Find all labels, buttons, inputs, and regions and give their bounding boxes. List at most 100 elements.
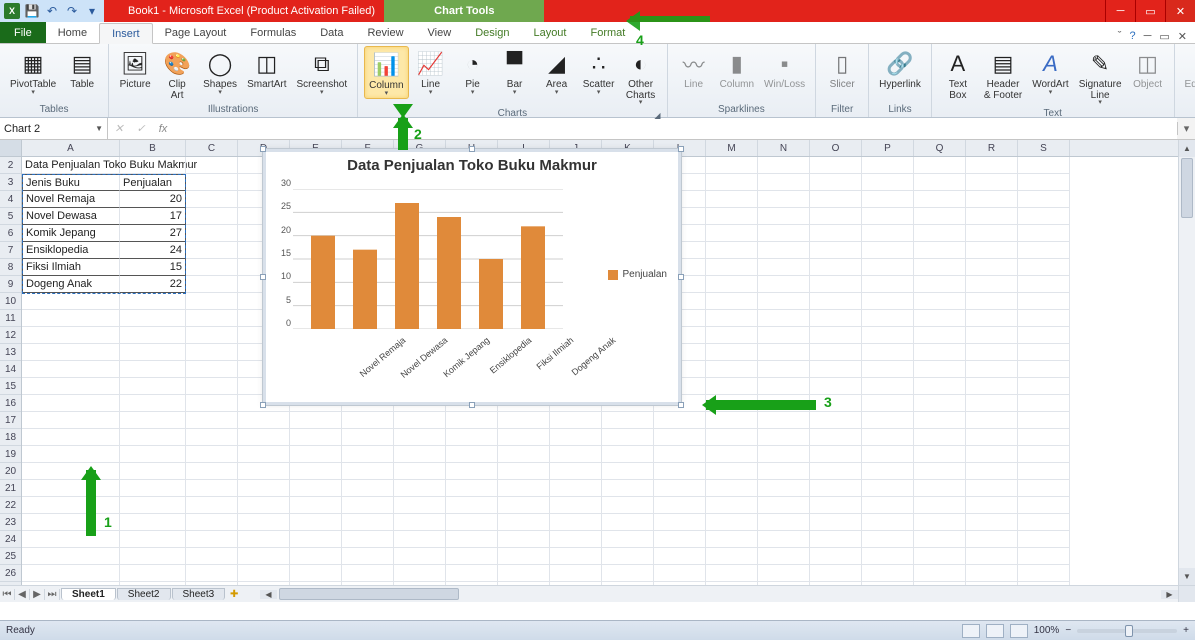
cell[interactable] xyxy=(394,463,446,480)
cell[interactable] xyxy=(810,242,862,259)
row-header[interactable]: 8 xyxy=(0,259,21,276)
cell[interactable] xyxy=(120,310,186,327)
cell[interactable] xyxy=(914,548,966,565)
cell[interactable] xyxy=(498,480,550,497)
cell[interactable]: Fiksi Ilmiah xyxy=(22,259,120,276)
cell[interactable] xyxy=(1018,446,1070,463)
cell[interactable] xyxy=(966,565,1018,582)
cell[interactable] xyxy=(758,344,810,361)
cell[interactable] xyxy=(1018,327,1070,344)
cell[interactable] xyxy=(810,514,862,531)
cell[interactable] xyxy=(238,480,290,497)
cell[interactable] xyxy=(862,259,914,276)
cell[interactable]: 24 xyxy=(120,242,186,259)
column-header[interactable]: R xyxy=(966,140,1018,156)
cell[interactable] xyxy=(290,412,342,429)
cell[interactable]: Penjualan xyxy=(120,174,186,191)
cell[interactable] xyxy=(966,208,1018,225)
cell[interactable] xyxy=(758,310,810,327)
redo-icon[interactable]: ↷ xyxy=(64,3,80,19)
cell[interactable] xyxy=(810,293,862,310)
shapes-button[interactable]: ◯Shapes▾ xyxy=(199,46,241,97)
textbox-button[interactable]: AText Box xyxy=(938,46,978,103)
row-header[interactable]: 14 xyxy=(0,361,21,378)
cell[interactable] xyxy=(654,531,706,548)
cell[interactable] xyxy=(602,548,654,565)
cell[interactable] xyxy=(342,548,394,565)
page-layout-tab[interactable]: Page Layout xyxy=(153,22,239,43)
row-header[interactable]: 2 xyxy=(0,157,21,174)
cell[interactable] xyxy=(1018,242,1070,259)
cell[interactable] xyxy=(290,548,342,565)
row-header[interactable]: 15 xyxy=(0,378,21,395)
cell[interactable] xyxy=(706,327,758,344)
cell[interactable] xyxy=(446,480,498,497)
cell[interactable] xyxy=(758,259,810,276)
cell[interactable] xyxy=(706,276,758,293)
cell[interactable] xyxy=(810,225,862,242)
cell[interactable] xyxy=(186,446,238,463)
cell[interactable] xyxy=(342,480,394,497)
cell[interactable] xyxy=(22,497,120,514)
cell[interactable] xyxy=(120,565,186,582)
cell[interactable] xyxy=(186,531,238,548)
cell[interactable] xyxy=(810,191,862,208)
cell[interactable] xyxy=(810,497,862,514)
row-header[interactable]: 16 xyxy=(0,395,21,412)
cell[interactable] xyxy=(602,446,654,463)
sheet-nav-next-icon[interactable]: ▶ xyxy=(30,589,45,600)
cell[interactable] xyxy=(498,548,550,565)
cell[interactable] xyxy=(394,565,446,582)
column-header[interactable]: N xyxy=(758,140,810,156)
cell[interactable] xyxy=(498,446,550,463)
cell[interactable] xyxy=(394,480,446,497)
qat-customize-icon[interactable]: ▾ xyxy=(84,3,100,19)
cell[interactable] xyxy=(862,378,914,395)
cell[interactable] xyxy=(810,531,862,548)
new-sheet-icon[interactable]: ✚ xyxy=(225,589,243,600)
sheet-nav-last-icon[interactable]: ⏭ xyxy=(45,589,60,600)
cell[interactable] xyxy=(120,548,186,565)
clipart-button[interactable]: 🎨Clip Art xyxy=(157,46,197,103)
cell[interactable] xyxy=(342,531,394,548)
cell[interactable] xyxy=(120,497,186,514)
cell[interactable] xyxy=(22,361,120,378)
cell[interactable] xyxy=(120,293,186,310)
chart-resize-handle[interactable] xyxy=(260,146,266,152)
cell[interactable] xyxy=(758,242,810,259)
view-tab[interactable]: View xyxy=(416,22,464,43)
cell[interactable] xyxy=(186,497,238,514)
cell[interactable] xyxy=(290,497,342,514)
cell[interactable] xyxy=(706,259,758,276)
cell[interactable] xyxy=(22,293,120,310)
cell[interactable] xyxy=(498,429,550,446)
cell[interactable] xyxy=(706,310,758,327)
cell[interactable] xyxy=(186,463,238,480)
cell[interactable] xyxy=(394,531,446,548)
cell[interactable] xyxy=(342,446,394,463)
column-header[interactable]: M xyxy=(706,140,758,156)
cell[interactable] xyxy=(238,531,290,548)
cell[interactable] xyxy=(498,514,550,531)
cell[interactable] xyxy=(394,497,446,514)
cell[interactable] xyxy=(290,480,342,497)
column-header[interactable]: C xyxy=(186,140,238,156)
design-tab[interactable]: Design xyxy=(463,22,521,43)
cell[interactable] xyxy=(602,480,654,497)
cell[interactable] xyxy=(498,531,550,548)
cell[interactable] xyxy=(862,225,914,242)
cell[interactable] xyxy=(238,429,290,446)
cell[interactable] xyxy=(758,463,810,480)
picture-button[interactable]: 🖼Picture xyxy=(115,46,155,93)
cell[interactable] xyxy=(22,378,120,395)
cell[interactable] xyxy=(914,446,966,463)
chart-legend[interactable]: Penjualan xyxy=(608,269,667,280)
cell[interactable] xyxy=(758,446,810,463)
cell[interactable] xyxy=(706,548,758,565)
row-header[interactable]: 10 xyxy=(0,293,21,310)
cell[interactable] xyxy=(550,497,602,514)
cell[interactable] xyxy=(22,412,120,429)
row-header[interactable]: 23 xyxy=(0,514,21,531)
cell[interactable] xyxy=(22,514,120,531)
cell[interactable] xyxy=(966,293,1018,310)
